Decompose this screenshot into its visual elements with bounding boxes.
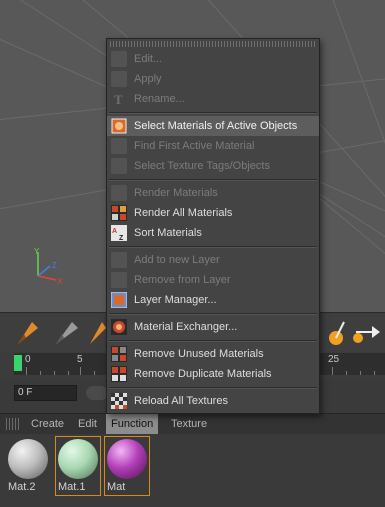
menu-item-label: Remove Unused Materials <box>134 348 264 360</box>
menu-item-remove-unused-materials[interactable]: Remove Unused Materials <box>107 344 319 364</box>
find-material-icon <box>111 138 127 154</box>
edit-icon <box>111 51 127 67</box>
svg-text:X: X <box>57 277 63 286</box>
menu-item-select-materials-of-active-objects[interactable]: Select Materials of Active Objects <box>107 116 319 136</box>
menu-item-render-materials[interactable]: Render Materials <box>107 183 319 203</box>
timeline-playhead[interactable] <box>14 355 22 371</box>
menu-item-label: Render All Materials <box>134 207 233 219</box>
tab-function[interactable]: Function <box>106 414 159 434</box>
tab-edit[interactable]: Edit <box>78 414 97 434</box>
svg-text:T: T <box>114 92 123 107</box>
menu-item-label: Material Exchanger... <box>134 321 238 333</box>
material-preview-sphere <box>8 439 48 479</box>
menu-item-sort-materials[interactable]: AZ Sort Materials <box>107 223 319 243</box>
menu-separator <box>109 313 317 315</box>
material-preview-sphere <box>58 439 98 479</box>
menu-item-label: Add to new Layer <box>134 254 220 266</box>
menu-item-label: Sort Materials <box>134 227 202 239</box>
frame-stepper[interactable] <box>86 386 108 400</box>
material-list: Mat.2 Mat.1 Mat <box>0 434 385 507</box>
menu-separator <box>109 340 317 342</box>
menu-item-apply[interactable]: Apply <box>107 69 319 89</box>
menu-item-layer-manager[interactable]: Layer Manager... <box>107 290 319 310</box>
material-name: Mat <box>107 481 126 493</box>
menu-item-render-all-materials[interactable]: Render All Materials <box>107 203 319 223</box>
remove-unused-icon <box>111 346 127 362</box>
menu-item-label: Find First Active Material <box>134 140 255 152</box>
material-preview-sphere <box>107 439 147 479</box>
tick-label: 0 <box>25 354 31 365</box>
material-swatch[interactable]: Mat.2 <box>6 437 50 495</box>
remove-layer-icon <box>111 272 127 288</box>
remove-duplicate-icon <box>111 366 127 382</box>
svg-text:Z: Z <box>52 261 57 270</box>
material-exchanger-icon <box>111 319 127 335</box>
material-swatch[interactable]: Mat <box>104 436 150 496</box>
svg-text:Y: Y <box>34 247 40 256</box>
render-materials-icon <box>111 185 127 201</box>
menu-item-label: Rename... <box>134 93 185 105</box>
reload-textures-icon <box>111 393 127 409</box>
rename-icon: T <box>111 91 127 107</box>
spline-bezier-icon[interactable] <box>352 316 384 348</box>
sketch-tool-icon[interactable] <box>50 316 82 348</box>
add-layer-icon <box>111 252 127 268</box>
menu-item-label: Apply <box>134 73 162 85</box>
menu-tearoff-grip[interactable] <box>110 41 316 47</box>
select-texture-tags-icon <box>111 158 127 174</box>
menu-item-label: Remove from Layer <box>134 274 231 286</box>
menu-item-add-to-new-layer[interactable]: Add to new Layer <box>107 250 319 270</box>
material-name: Mat.2 <box>8 481 36 493</box>
material-swatch[interactable]: Mat.1 <box>55 436 101 496</box>
spline-smooth-icon[interactable] <box>88 316 106 348</box>
menu-item-label: Layer Manager... <box>134 294 217 306</box>
svg-text:Z: Z <box>119 235 124 241</box>
menu-item-remove-from-layer[interactable]: Remove from Layer <box>107 270 319 290</box>
spline-pen-icon[interactable] <box>12 316 44 348</box>
menu-item-rename[interactable]: T Rename... <box>107 89 319 109</box>
sort-materials-icon: AZ <box>111 225 127 242</box>
tick-label: 5 <box>77 354 83 365</box>
spline-point-icon[interactable] <box>322 316 346 348</box>
menu-separator <box>109 179 317 181</box>
menu-item-label: Select Texture Tags/Objects <box>134 160 270 172</box>
menu-item-select-texture-tags[interactable]: Select Texture Tags/Objects <box>107 156 319 176</box>
menu-item-remove-duplicate-materials[interactable]: Remove Duplicate Materials <box>107 364 319 384</box>
apply-icon <box>111 71 127 87</box>
current-frame-field[interactable]: 0 F <box>14 385 77 401</box>
menu-item-find-first-active-material[interactable]: Find First Active Material <box>107 136 319 156</box>
layer-manager-icon <box>110 291 128 309</box>
menu-item-label: Remove Duplicate Materials <box>134 368 272 380</box>
function-menu: Edit... Apply T Rename... Select Materia… <box>106 38 320 414</box>
axis-gizmo-icon: Y X Z <box>28 246 68 286</box>
menu-separator <box>109 387 317 389</box>
svg-text:A: A <box>112 228 117 235</box>
menu-separator <box>109 246 317 248</box>
tab-texture[interactable]: Texture <box>171 414 207 434</box>
menu-item-material-exchanger[interactable]: Material Exchanger... <box>107 317 319 337</box>
material-manager-menubar: Create Edit Function Texture <box>0 413 385 434</box>
menu-item-label: Reload All Textures <box>134 395 228 407</box>
tab-create[interactable]: Create <box>31 414 64 434</box>
menu-item-reload-all-textures[interactable]: Reload All Textures <box>107 391 319 411</box>
menu-item-label: Select Materials of Active Objects <box>134 120 298 132</box>
grip-icon[interactable] <box>6 418 20 430</box>
select-materials-icon <box>111 118 127 134</box>
menu-separator <box>109 112 317 114</box>
menu-item-label: Edit... <box>134 53 163 65</box>
tick-label: 25 <box>328 354 340 365</box>
material-name: Mat.1 <box>58 481 86 493</box>
render-all-materials-icon <box>111 205 127 221</box>
menu-item-label: Render Materials <box>134 187 218 199</box>
menu-item-edit[interactable]: Edit... <box>107 49 319 69</box>
